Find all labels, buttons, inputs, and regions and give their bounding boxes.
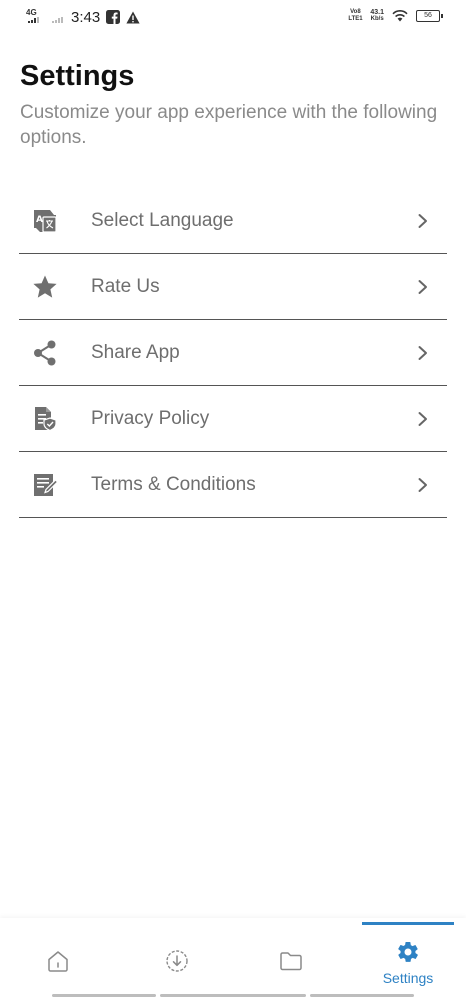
download-icon — [166, 950, 188, 972]
settings-list: A Select Language Rate Us Share App Priv… — [19, 188, 447, 518]
chevron-right-icon — [417, 345, 429, 361]
status-time: 3:43 — [71, 8, 101, 26]
system-nav-bar-left[interactable] — [52, 994, 156, 997]
star-icon — [31, 273, 59, 301]
settings-item-privacy-policy[interactable]: Privacy Policy — [19, 386, 447, 452]
battery-icon: 56 — [416, 10, 443, 22]
nav-downloads[interactable] — [127, 932, 227, 988]
nav-settings-label: Settings — [382, 970, 434, 986]
privacy-document-icon — [31, 405, 59, 433]
facebook-notification-icon — [106, 10, 121, 24]
settings-screen: 4G 3:43 Vo8 LTE1 43.1 Kb/s 56 Settings C… — [0, 0, 466, 1000]
share-icon — [31, 339, 59, 367]
network-speed: 43.1 Kb/s — [370, 9, 384, 22]
page-title: Settings — [20, 60, 135, 92]
settings-item-label: Share App — [91, 341, 180, 363]
svg-text:A: A — [36, 215, 43, 225]
settings-item-label: Privacy Policy — [91, 407, 210, 429]
status-right: Vo8 LTE1 43.1 Kb/s 56 — [348, 9, 443, 23]
bottom-navigation: Settings — [0, 918, 466, 1000]
chevron-right-icon — [417, 477, 429, 493]
settings-item-share-app[interactable]: Share App — [19, 320, 447, 386]
settings-item-select-language[interactable]: A Select Language — [19, 188, 447, 254]
nav-home[interactable] — [8, 932, 108, 988]
nav-settings[interactable]: Settings — [358, 932, 458, 988]
folder-icon — [280, 952, 302, 971]
home-icon — [48, 951, 68, 972]
wifi-icon — [392, 10, 408, 22]
gear-icon — [398, 941, 418, 962]
settings-item-terms-conditions[interactable]: Terms & Conditions — [19, 452, 447, 518]
system-nav-bar-right[interactable] — [310, 994, 414, 997]
active-tab-indicator — [362, 922, 454, 925]
settings-item-label: Rate Us — [91, 275, 160, 297]
chevron-right-icon — [417, 279, 429, 295]
chevron-right-icon — [417, 411, 429, 427]
chevron-right-icon — [417, 213, 429, 229]
status-bar: 4G 3:43 Vo8 LTE1 43.1 Kb/s 56 — [0, 0, 466, 36]
status-left: 4G 3:43 — [26, 8, 140, 26]
settings-item-label: Select Language — [91, 209, 234, 231]
warning-notification-icon — [126, 11, 140, 23]
translate-icon: A — [31, 207, 59, 235]
page-subtitle: Customize your app experience with the f… — [20, 102, 438, 148]
terms-document-icon — [31, 471, 59, 499]
volte-indicator: Vo8 LTE1 — [348, 9, 363, 22]
nav-files[interactable] — [241, 932, 341, 988]
network-type: 4G — [26, 8, 37, 17]
secondary-signal-icon — [52, 17, 63, 23]
system-nav-bar-center[interactable] — [160, 994, 306, 997]
cellular-signal-icon: 4G — [26, 8, 46, 26]
settings-item-rate-us[interactable]: Rate Us — [19, 254, 447, 320]
settings-item-label: Terms & Conditions — [91, 473, 256, 495]
